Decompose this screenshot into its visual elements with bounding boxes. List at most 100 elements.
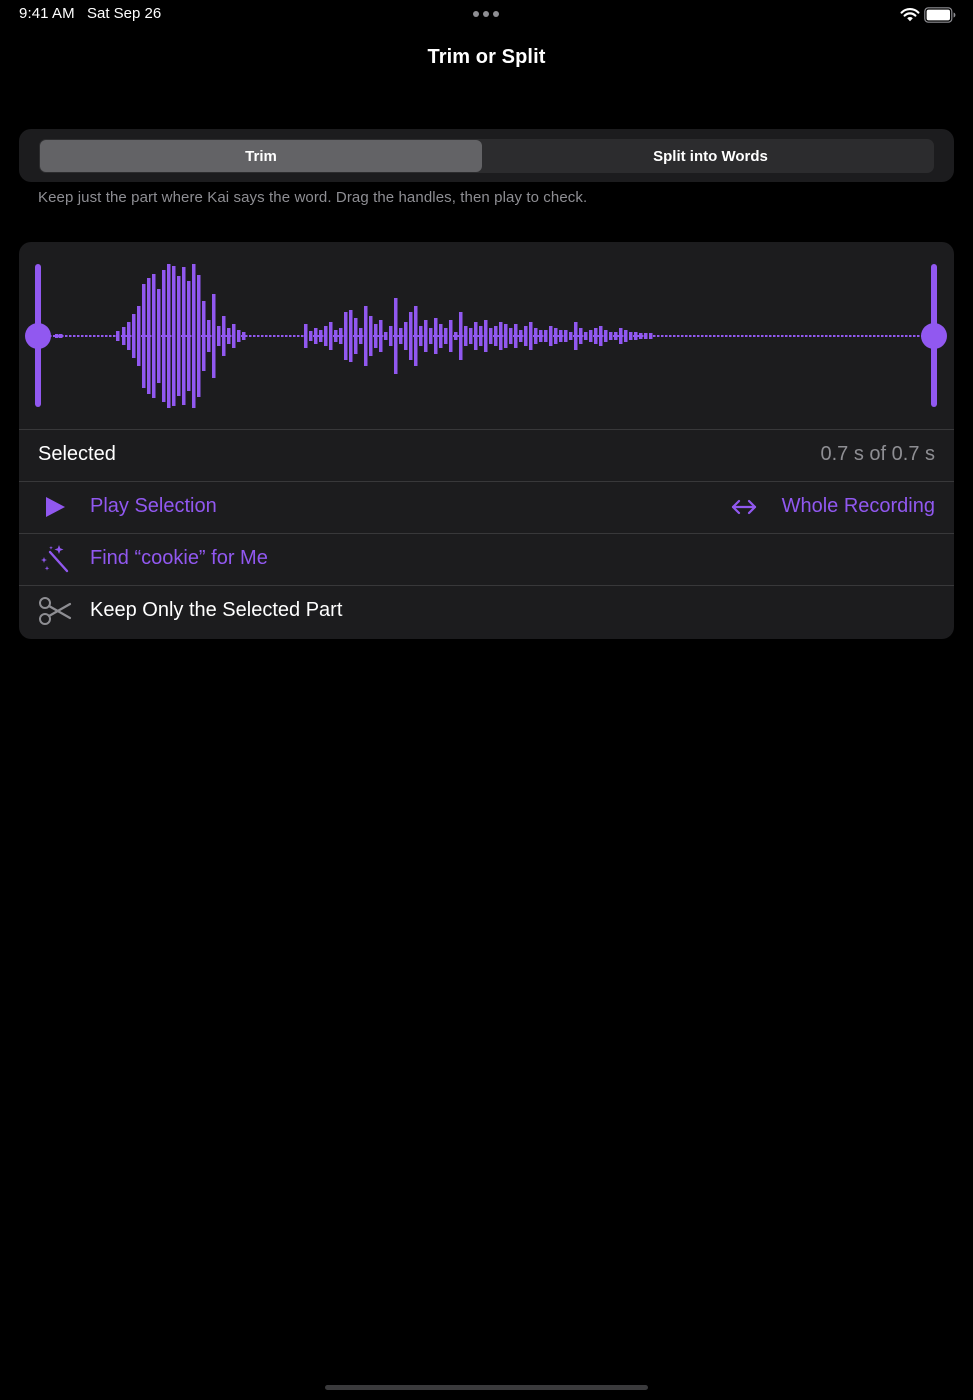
waveform-bar (379, 320, 383, 352)
status-date: Sat Sep 26 (87, 5, 162, 22)
waveform-bar (369, 316, 373, 356)
waveform-baseline-segment (273, 335, 276, 337)
mode-segment-card: Trim Split into Words (19, 129, 954, 182)
waveform-bar (232, 324, 236, 348)
play-icon (46, 497, 65, 517)
waveform-baseline-segment (861, 335, 864, 337)
waveform-bar (222, 316, 226, 356)
waveform-baseline-segment (809, 335, 812, 337)
mode-segmented-control: Trim Split into Words (39, 139, 934, 173)
status-bar: 9:41 AM Sat Sep 26 (0, 0, 973, 30)
waveform-baseline-segment (757, 335, 760, 337)
find-word-row[interactable]: Find “cookie” for Me (19, 533, 954, 585)
waveform-bar (579, 328, 583, 344)
waveform-baseline-segment (905, 335, 908, 337)
waveform-bar (604, 330, 608, 342)
waveform-baseline-segment (865, 335, 868, 337)
waveform-bar (644, 333, 648, 339)
selection-row: Selected 0.7 s of 0.7 s (19, 429, 954, 481)
right-trim-handle[interactable] (921, 264, 947, 407)
waveform-baseline-segment (701, 335, 704, 337)
waveform-baseline-segment (829, 335, 832, 337)
waveform-baseline-segment (73, 335, 76, 337)
waveform-baseline-segment (869, 335, 872, 337)
waveform-baseline-segment (689, 335, 692, 337)
waveform-bar (459, 312, 463, 360)
waveform-bar (116, 331, 120, 341)
waveform-bar (529, 322, 533, 350)
segment-trim[interactable]: Trim (40, 140, 482, 172)
waveform-bar (202, 301, 206, 371)
waveform-bar (559, 330, 563, 342)
waveform-bar (172, 266, 176, 406)
trim-card: Selected 0.7 s of 0.7 s Play Selection W… (19, 242, 954, 639)
waveform-bar (187, 281, 191, 391)
find-word-label: Find “cookie” for Me (90, 547, 268, 569)
waveform-bar (329, 322, 333, 350)
waveform-baseline-segment (89, 335, 92, 337)
selection-label: Selected (38, 443, 116, 465)
waveform-baseline-segment (901, 335, 904, 337)
waveform-baseline-segment (761, 335, 764, 337)
waveform-bar (409, 312, 413, 360)
wifi-icon (900, 8, 920, 22)
waveform-bar (127, 322, 131, 350)
left-trim-handle[interactable] (25, 264, 51, 407)
waveform-baseline-segment (837, 335, 840, 337)
waveform-baseline-segment (729, 335, 732, 337)
waveform-bar (217, 326, 221, 346)
waveform-baseline-segment (745, 335, 748, 337)
waveform-baseline-segment (257, 335, 260, 337)
waveform[interactable] (19, 242, 954, 430)
arrow-left-right-icon (731, 499, 757, 515)
selection-duration: 0.7 s of 0.7 s (820, 443, 935, 465)
waveform-baseline-segment (293, 335, 296, 337)
waveform-bar (192, 264, 196, 408)
segment-split-into-words[interactable]: Split into Words (488, 140, 933, 172)
segment-split-label: Split into Words (653, 147, 768, 165)
waveform-bar (589, 330, 593, 342)
waveform-baseline-segment (65, 335, 68, 337)
waveform-bar (504, 324, 508, 348)
waveform-baseline-segment (277, 335, 280, 337)
waveform-bar (549, 326, 553, 346)
waveform-baseline-segment (889, 335, 892, 337)
waveform-bar (534, 328, 538, 344)
waveform-bar (212, 294, 216, 378)
waveform-baseline-segment (885, 335, 888, 337)
play-selection-label: Play Selection (90, 495, 217, 517)
waveform-bar (324, 326, 328, 346)
waveform-bar (354, 318, 358, 354)
waveform-bar (404, 322, 408, 350)
waveform-bar (524, 326, 528, 346)
waveform-bar (384, 332, 388, 340)
waveform-bar (59, 334, 63, 338)
waveform-bar (619, 328, 623, 344)
waveform-baseline-segment (737, 335, 740, 337)
multitasking-dots-icon[interactable] (473, 11, 499, 17)
waveform-baseline-segment (797, 335, 800, 337)
whole-recording-label: Whole Recording (781, 495, 935, 517)
waveform-bar (304, 324, 308, 348)
waveform-bar (639, 333, 643, 339)
waveform-bar (514, 324, 518, 348)
waveform-baseline-segment (85, 335, 88, 337)
waveform-baseline-segment (653, 335, 656, 337)
waveform-baseline-segment (749, 335, 752, 337)
waveform-baseline-segment (697, 335, 700, 337)
waveform-bar (374, 324, 378, 348)
waveform-bar (162, 270, 166, 402)
waveform-bar (394, 298, 398, 374)
waveform-baseline-segment (285, 335, 288, 337)
waveform-bar (399, 328, 403, 344)
waveform-bar (599, 326, 603, 346)
waveform-baseline-segment (801, 335, 804, 337)
waveform-baseline-segment (705, 335, 708, 337)
battery-icon (924, 7, 956, 23)
waveform-bar (237, 330, 241, 342)
waveform-baseline-segment (773, 335, 776, 337)
waveform-bar (242, 332, 246, 340)
waveform-bar (197, 275, 201, 397)
waveform-baseline-segment (101, 335, 104, 337)
keep-selected-row[interactable]: Keep Only the Selected Part (19, 585, 954, 637)
